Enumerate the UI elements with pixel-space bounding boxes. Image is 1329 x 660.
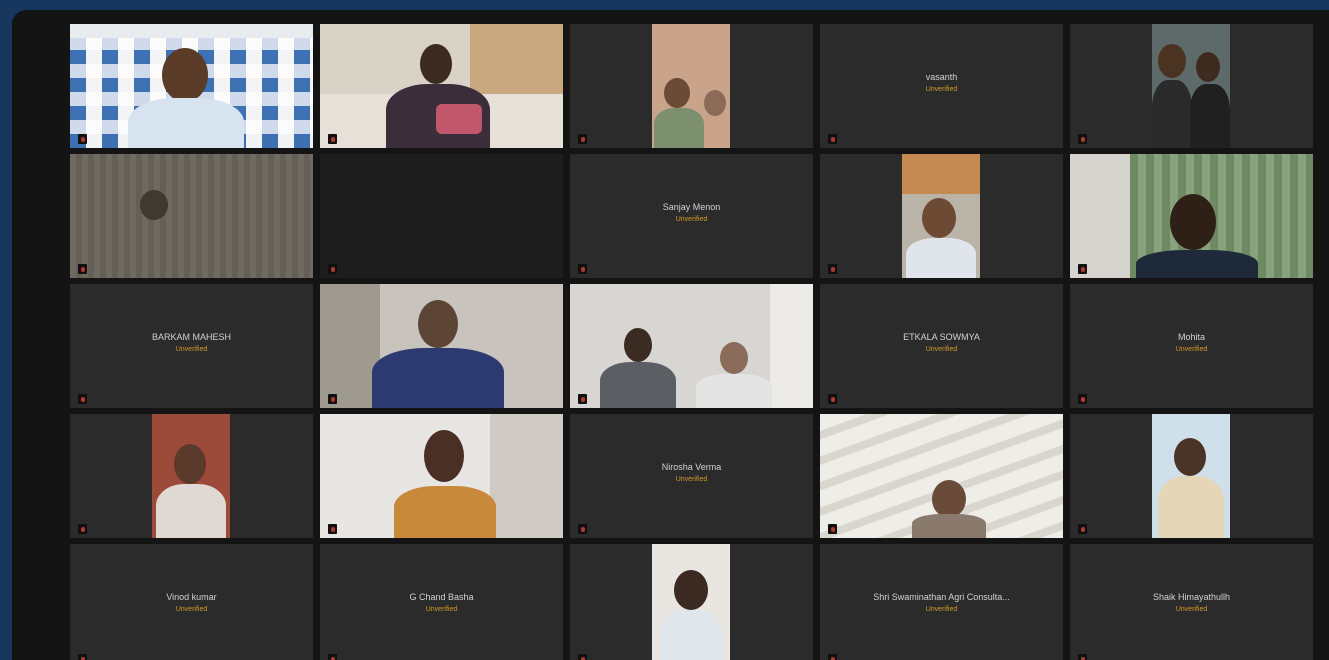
participant-tile-9[interactable] <box>820 154 1063 278</box>
participant-video <box>652 544 730 660</box>
mic-muted-icon <box>1078 134 1087 144</box>
participant-tile-7[interactable] <box>320 154 563 278</box>
participant-video <box>570 284 813 408</box>
unverified-status: Unverified <box>925 606 958 613</box>
participant-video <box>1152 414 1230 538</box>
unverified-status: Unverified <box>925 86 958 93</box>
meeting-window: vasanth Unverified Sanjay Menon Unverifi… <box>12 10 1329 660</box>
participant-tile-13[interactable] <box>570 284 813 408</box>
unverified-status: Unverified <box>925 346 958 353</box>
mic-muted-icon <box>78 524 87 534</box>
unverified-status: Unverified <box>675 216 708 223</box>
participant-video <box>70 154 313 278</box>
mic-muted-icon <box>578 134 587 144</box>
participant-tile-25[interactable]: Shaik Himayathullh Unverified <box>1070 544 1313 660</box>
participant-video <box>652 24 730 148</box>
mic-muted-icon <box>828 524 837 534</box>
participant-name: G Chand Basha <box>409 592 474 602</box>
unverified-status: Unverified <box>675 476 708 483</box>
mic-muted-icon <box>578 394 587 404</box>
participant-tile-19[interactable] <box>820 414 1063 538</box>
participant-tile-12[interactable] <box>320 284 563 408</box>
participant-video <box>902 154 980 278</box>
mic-muted-icon <box>78 654 87 660</box>
mic-muted-icon <box>1078 264 1087 274</box>
unverified-status: Unverified <box>175 606 208 613</box>
participant-tile-6[interactable] <box>70 154 313 278</box>
participant-tile-10[interactable] <box>1070 154 1313 278</box>
mic-muted-icon <box>1078 394 1087 404</box>
participant-tile-15[interactable]: Mohita Unverified <box>1070 284 1313 408</box>
unverified-status: Unverified <box>425 606 458 613</box>
participant-tile-23[interactable] <box>570 544 813 660</box>
participant-tile-5[interactable] <box>1070 24 1313 148</box>
participant-tile-4[interactable]: vasanth Unverified <box>820 24 1063 148</box>
mic-muted-icon <box>328 654 337 660</box>
participant-tile-17[interactable] <box>320 414 563 538</box>
mic-muted-icon <box>578 524 587 534</box>
participant-name: Vinod kumar <box>166 592 217 602</box>
participant-tile-8[interactable]: Sanjay Menon Unverified <box>570 154 813 278</box>
mic-muted-icon <box>78 134 87 144</box>
mic-muted-icon <box>828 264 837 274</box>
participant-tile-11[interactable]: BARKAM MAHESH Unverified <box>70 284 313 408</box>
participant-video <box>320 284 563 408</box>
mic-muted-icon <box>328 264 337 274</box>
participant-tile-16[interactable] <box>70 414 313 538</box>
participant-video <box>1152 24 1230 148</box>
gallery-view: vasanth Unverified Sanjay Menon Unverifi… <box>70 24 1313 660</box>
participant-video <box>320 414 563 538</box>
participant-name: Mohita <box>1177 332 1205 342</box>
mic-muted-icon <box>328 134 337 144</box>
participant-video <box>70 24 313 148</box>
participant-name: Nirosha Verma <box>661 462 722 472</box>
mic-muted-icon <box>1078 524 1087 534</box>
participant-tile-21[interactable]: Vinod kumar Unverified <box>70 544 313 660</box>
participant-name: Shri Swaminathan Agri Consulta... <box>873 592 1010 602</box>
participant-tile-20[interactable] <box>1070 414 1313 538</box>
mic-muted-icon <box>578 264 587 274</box>
participant-video <box>152 414 230 538</box>
mic-muted-icon <box>828 134 837 144</box>
participant-tile-2[interactable] <box>320 24 563 148</box>
mic-muted-icon <box>78 264 87 274</box>
mic-muted-icon <box>828 394 837 404</box>
participant-tile-24[interactable]: Shri Swaminathan Agri Consulta... Unveri… <box>820 544 1063 660</box>
participant-name: Shaik Himayathullh <box>1152 592 1231 602</box>
participant-video <box>820 414 1063 538</box>
participant-tile-22[interactable]: G Chand Basha Unverified <box>320 544 563 660</box>
unverified-status: Unverified <box>1175 606 1208 613</box>
participant-name: Sanjay Menon <box>662 202 721 212</box>
participant-name: vasanth <box>925 72 958 82</box>
unverified-status: Unverified <box>175 346 208 353</box>
mic-muted-icon <box>828 654 837 660</box>
participant-video <box>1070 154 1313 278</box>
mic-muted-icon <box>328 394 337 404</box>
participant-video <box>320 24 563 148</box>
mic-muted-icon <box>78 394 87 404</box>
participant-tile-18[interactable]: Nirosha Verma Unverified <box>570 414 813 538</box>
participant-tile-14[interactable]: ETKALA SOWMYA Unverified <box>820 284 1063 408</box>
mic-muted-icon <box>578 654 587 660</box>
participant-name: BARKAM MAHESH <box>151 332 231 342</box>
mic-muted-icon <box>1078 654 1087 660</box>
mic-muted-icon <box>328 524 337 534</box>
participant-name: ETKALA SOWMYA <box>903 332 980 342</box>
participant-tile-1[interactable] <box>70 24 313 148</box>
participant-tile-3[interactable] <box>570 24 813 148</box>
unverified-status: Unverified <box>1175 346 1208 353</box>
